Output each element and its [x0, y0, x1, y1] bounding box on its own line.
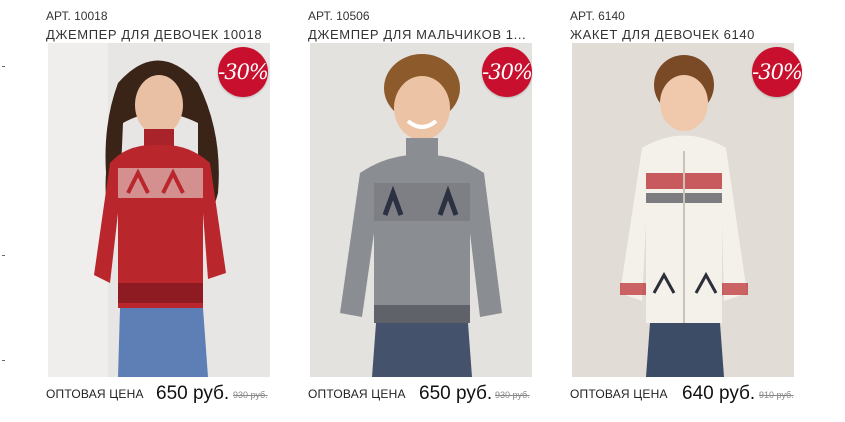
discount-badge: -30% — [482, 47, 533, 97]
product-card[interactable]: АРТ. 10506 ДЖЕМПЕР ДЛЯ МАЛЬЧИКОВ 1... -3… — [308, 0, 548, 422]
product-article: АРТ. 10018 — [46, 9, 108, 23]
product-title[interactable]: ДЖЕМПЕР ДЛЯ ДЕВОЧЕК 10018 — [46, 27, 276, 42]
price-row: ОПТОВАЯ ЦЕНА 640 руб. 910 руб. — [570, 383, 815, 409]
edge-mark — [2, 255, 5, 256]
price-current: 650 руб. — [156, 383, 230, 404]
price-label: ОПТОВАЯ ЦЕНА — [308, 387, 406, 401]
price-row: ОПТОВАЯ ЦЕНА 650 руб. 930 руб. — [308, 383, 553, 409]
girl-cream-jacket-image — [572, 43, 794, 377]
price-row: ОПТОВАЯ ЦЕНА 650 руб. 930 руб. — [46, 383, 291, 409]
price-current: 640 руб. — [682, 383, 756, 404]
product-title[interactable]: ДЖЕМПЕР ДЛЯ МАЛЬЧИКОВ 1... — [308, 27, 538, 42]
discount-badge: -30% — [218, 47, 269, 97]
product-article: АРТ. 6140 — [570, 9, 625, 23]
product-card[interactable]: АРТ. 6140 ЖАКЕТ ДЛЯ ДЕВОЧЕК 6140 -30% ОП… — [570, 0, 810, 422]
price-label: ОПТОВАЯ ЦЕНА — [46, 387, 144, 401]
discount-badge: -30% — [752, 47, 803, 97]
price-old: 930 руб. — [495, 390, 530, 400]
price-old: 910 руб. — [759, 390, 794, 400]
edge-mark — [2, 360, 5, 361]
product-photo[interactable] — [572, 43, 794, 377]
edge-mark — [2, 66, 5, 67]
product-article: АРТ. 10506 — [308, 9, 370, 23]
price-old: 930 руб. — [233, 390, 268, 400]
product-title[interactable]: ЖАКЕТ ДЛЯ ДЕВОЧЕК 6140 — [570, 27, 800, 42]
product-card[interactable]: АРТ. 10018 ДЖЕМПЕР ДЛЯ ДЕВОЧЕК 10018 -30… — [46, 0, 286, 422]
price-label: ОПТОВАЯ ЦЕНА — [570, 387, 668, 401]
price-current: 650 руб. — [419, 383, 493, 404]
